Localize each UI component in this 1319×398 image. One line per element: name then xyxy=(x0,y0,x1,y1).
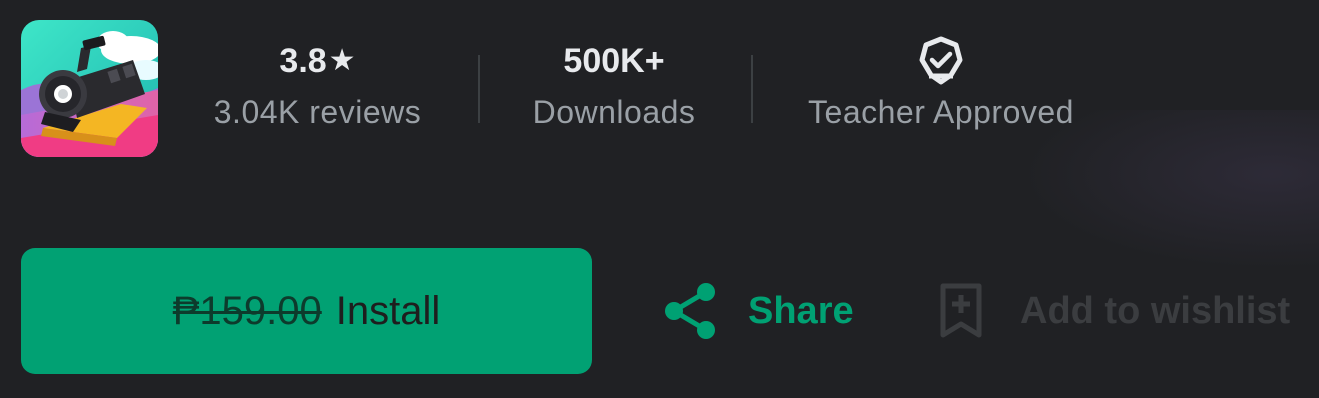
install-label: Install xyxy=(335,288,441,333)
teacher-approved-label: Teacher Approved xyxy=(808,94,1074,130)
rating-number: 3.8 xyxy=(279,42,327,80)
star-icon: ★ xyxy=(328,44,356,77)
teacher-approved-badge-icon xyxy=(919,36,963,85)
reviews-count: 3.04K reviews xyxy=(213,94,422,130)
app-icon xyxy=(21,20,158,157)
share-icon xyxy=(665,283,715,339)
downloads-stat: 500K+ Downloads xyxy=(500,36,728,132)
bookmark-add-icon xyxy=(940,283,982,338)
app-details-header: 3.8 ★ 3.04K reviews 500K+ Downloads Teac… xyxy=(0,0,1319,398)
downloads-value: 500K+ xyxy=(563,42,665,80)
install-button[interactable]: ₱159.00 Install xyxy=(21,248,592,374)
teacher-approved-stat[interactable]: Teacher Approved xyxy=(785,36,1097,132)
share-label: Share xyxy=(748,289,854,332)
add-to-wishlist-button[interactable]: Add to wishlist xyxy=(938,278,1290,344)
train-game-icon xyxy=(21,20,158,157)
divider xyxy=(751,55,753,123)
downloads-label: Downloads xyxy=(532,94,696,130)
original-price: ₱159.00 xyxy=(172,288,322,333)
background-glow xyxy=(1020,110,1319,270)
wishlist-label: Add to wishlist xyxy=(1020,289,1291,332)
rating-value: 3.8 ★ xyxy=(190,36,445,86)
rating-stat[interactable]: 3.8 ★ 3.04K reviews xyxy=(190,36,445,132)
share-button[interactable]: Share xyxy=(662,278,854,344)
divider xyxy=(478,55,480,123)
teacher-approved-badge xyxy=(785,36,1097,86)
